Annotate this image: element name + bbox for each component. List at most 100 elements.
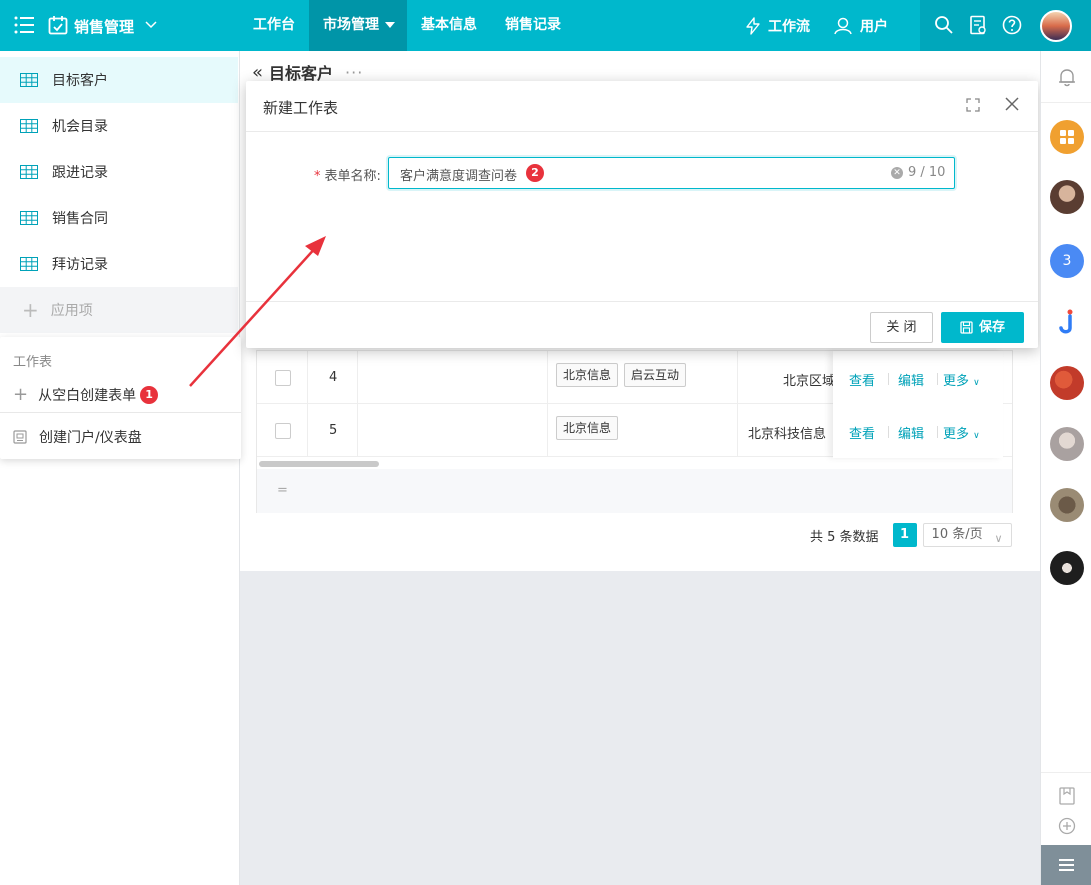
divider <box>1041 772 1091 773</box>
divider <box>0 412 241 413</box>
address-cell: 北京科技信息 <box>748 427 827 442</box>
sidebar-item-target-customers[interactable]: 目标客户 <box>0 57 238 103</box>
nav-label: 基本信息 <box>421 17 477 33</box>
sidebar-item-label: 跟进记录 <box>52 165 108 181</box>
divider <box>246 131 1038 132</box>
close-button[interactable]: 关 闭 <box>870 312 933 343</box>
search-icon[interactable] <box>934 15 954 35</box>
expand-icon[interactable] <box>966 98 980 112</box>
edit-link[interactable]: 编辑 <box>898 423 924 442</box>
table-icon <box>20 73 38 87</box>
bell-icon[interactable] <box>1057 67 1077 87</box>
form-name-input[interactable]: 客户满意度调查问卷 2 ✕ 9 / 10 <box>388 157 955 189</box>
page-button-current[interactable]: 1 <box>892 523 917 547</box>
rail-menu-button[interactable] <box>1041 845 1091 885</box>
page-size-select[interactable]: 10 条/页 ∨ <box>922 523 1012 547</box>
summary-icon[interactable]: = <box>277 483 288 498</box>
users-label: 用户 <box>860 18 888 35</box>
nav-sales-records[interactable]: 销售记录 <box>491 0 575 51</box>
step-badge: 1 <box>140 386 159 404</box>
app-logo-icon[interactable] <box>1050 306 1084 340</box>
sidebar-item-label: 销售合同 <box>52 211 108 227</box>
collapse-icon[interactable]: « <box>252 62 263 83</box>
clear-icon[interactable]: ✕ <box>891 167 903 179</box>
column-divider <box>737 404 738 457</box>
chevron-down-icon: ∨ <box>994 532 1003 545</box>
more-options-icon[interactable]: ··· <box>345 63 363 82</box>
page-size-value: 10 条/页 <box>931 527 983 542</box>
save-icon <box>960 321 973 334</box>
column-divider <box>357 351 358 404</box>
document-icon[interactable] <box>968 15 988 35</box>
lightning-icon <box>746 16 760 35</box>
create-portal-item[interactable]: 创建门户/仪表盘 <box>13 427 142 447</box>
sidebar-item-label: 拜访记录 <box>52 257 108 273</box>
table-icon <box>20 211 38 225</box>
more-dropdown[interactable]: 更多 ∨ <box>943 370 980 389</box>
dialog-title: 新建工作表 <box>263 99 339 117</box>
top-bar: 销售管理 工作台 市场管理 基本信息 销售记录 工作流 用户 <box>0 0 1091 51</box>
horizontal-scrollbar[interactable] <box>259 461 379 467</box>
add-app-item-button[interactable]: + 应用项 <box>0 287 238 333</box>
menu-icon[interactable] <box>14 16 34 34</box>
column-divider <box>737 351 738 404</box>
nav-basic-info[interactable]: 基本信息 <box>407 0 491 51</box>
sidebar-item-label: 机会目录 <box>52 119 108 135</box>
right-rail: 3 <box>1040 51 1091 885</box>
add-circle-icon[interactable] <box>1058 817 1076 835</box>
row-checkbox[interactable] <box>275 370 291 386</box>
group-avatar[interactable] <box>1050 488 1084 522</box>
group-avatar[interactable] <box>1050 366 1084 400</box>
chevron-down-icon[interactable] <box>144 18 158 32</box>
help-icon[interactable] <box>1002 15 1022 35</box>
user-avatar[interactable] <box>1040 10 1072 42</box>
view-link[interactable]: 查看 <box>849 370 875 389</box>
app-title[interactable]: 销售管理 <box>74 16 134 37</box>
bookmark-icon[interactable] <box>1058 787 1076 805</box>
column-divider <box>547 351 548 404</box>
table-footer: = <box>257 469 1012 513</box>
edit-link[interactable]: 编辑 <box>898 370 924 389</box>
sidebar-item-contracts[interactable]: 销售合同 <box>0 195 238 241</box>
apps-grid-icon[interactable] <box>1050 120 1084 154</box>
view-link[interactable]: 查看 <box>849 423 875 442</box>
j-logo-icon <box>1059 309 1073 334</box>
nav-market-management[interactable]: 市场管理 <box>309 0 407 51</box>
save-button[interactable]: 保存 <box>941 312 1024 343</box>
tag: 北京信息 <box>556 416 619 440</box>
sidebar-item-visits[interactable]: 拜访记录 <box>0 241 238 287</box>
separator <box>937 373 938 385</box>
create-portal-label: 创建门户/仪表盘 <box>39 430 142 446</box>
close-icon[interactable] <box>1004 96 1020 112</box>
separator <box>937 426 938 438</box>
notification-count-avatar[interactable]: 3 <box>1050 244 1084 278</box>
data-table: 4 北京信息 启云互动 北京区域 5 北京信息 北京科技信息 查看 编辑 更多 … <box>256 350 1013 513</box>
sidebar-item-follow-up[interactable]: 跟进记录 <box>0 149 238 195</box>
row-checkbox[interactable] <box>275 423 291 439</box>
column-divider <box>307 351 308 404</box>
sidebar-item-opportunities[interactable]: 机会目录 <box>0 103 238 149</box>
column-divider <box>307 404 308 457</box>
nav-label: 市场管理 <box>323 17 379 33</box>
separator <box>888 373 889 385</box>
contact-avatar[interactable] <box>1050 551 1084 585</box>
pagination: 共 5 条数据 1 10 条/页 ∨ <box>810 523 1012 547</box>
user-icon <box>834 17 852 34</box>
chevron-down-icon: ∨ <box>973 378 980 388</box>
table-icon <box>20 257 38 271</box>
column-divider <box>357 404 358 457</box>
plus-icon: + <box>22 298 39 322</box>
contact-avatar[interactable] <box>1050 427 1084 461</box>
caret-down-icon <box>385 22 395 28</box>
create-blank-form-item[interactable]: + 从空白创建表单 1 <box>13 385 159 405</box>
workflow-link[interactable]: 工作流 <box>744 16 810 36</box>
contact-avatar[interactable] <box>1050 180 1084 214</box>
nav-workbench[interactable]: 工作台 <box>239 0 309 51</box>
calendar-icon <box>48 16 68 35</box>
row-number: 5 <box>329 423 338 438</box>
create-menu: 工作表 + 从空白创建表单 1 创建门户/仪表盘 <box>0 337 241 459</box>
more-dropdown[interactable]: 更多 ∨ <box>943 423 980 442</box>
users-link[interactable]: 用户 <box>834 16 888 36</box>
column-divider <box>547 404 548 457</box>
required-marker: * <box>314 169 321 184</box>
